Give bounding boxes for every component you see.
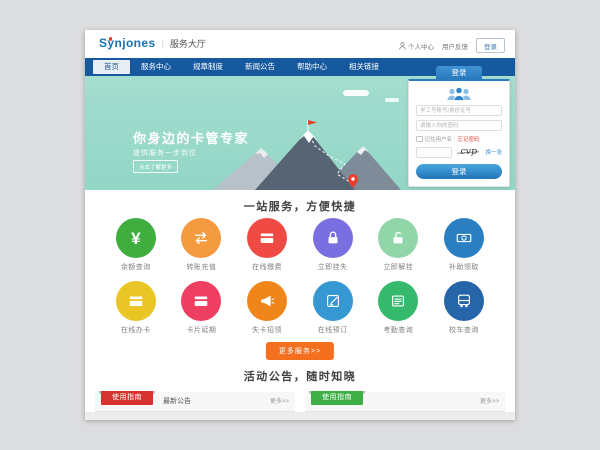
megaphone-icon	[247, 281, 287, 321]
service-item-pay[interactable]: 在线缴费	[234, 218, 300, 272]
tab-latest-news[interactable]: 最新公告	[163, 392, 191, 412]
yuan-icon: ¥	[116, 218, 156, 258]
hero-subtitle: 提供服务一步到位	[133, 148, 197, 158]
desktop-background: Synjones | 服务大厅 个人中心 用户反馈 登录 首页 服务中心	[0, 0, 600, 450]
announcements-title: 活动公告，随时知晓	[85, 360, 515, 384]
bus-icon	[444, 281, 484, 321]
hero-cta-button[interactable]: 点击了解更多	[133, 160, 178, 173]
service-item-subsidy[interactable]: 补助领取	[431, 218, 497, 272]
synjones-logo: Synjones	[99, 36, 156, 50]
login-panel: 登录 记住用户名 | 忘记密码 cvp	[408, 66, 510, 187]
logo-group[interactable]: Synjones | 服务大厅	[99, 36, 206, 50]
services-grid: ¥ 余额查询 转账充值 在线缴费	[103, 218, 497, 344]
edit-icon	[313, 281, 353, 321]
list-icon	[378, 281, 418, 321]
login-submit-button[interactable]: 登录	[416, 164, 502, 179]
service-item-balance[interactable]: ¥ 余额查询	[103, 218, 169, 272]
service-item-online-booking[interactable]: 在线预订	[300, 281, 366, 335]
login-tab[interactable]: 登录	[436, 66, 482, 79]
announcement-panel-left: 使用指南 最新公告 更多>>	[95, 392, 295, 412]
user-icon	[399, 42, 406, 50]
services-title: 一站服务，方便快捷	[85, 190, 515, 214]
header-login-button[interactable]: 登录	[476, 38, 505, 53]
refresh-captcha-link[interactable]: 换一张	[485, 148, 502, 156]
more-link-left[interactable]: 更多>>	[270, 392, 289, 412]
service-item-report-loss[interactable]: 立即挂失	[300, 218, 366, 272]
service-item-card-renewal[interactable]: 卡片延期	[169, 281, 235, 335]
hero-title: 你身边的卡管专家	[133, 128, 249, 147]
login-form: 记住用户名 | 忘记密码 cvp 换一张 登录	[408, 79, 510, 187]
service-item-unfreeze[interactable]: 立即解挂	[366, 218, 432, 272]
ribbon-tab-guide-left[interactable]: 使用指南	[101, 391, 153, 405]
service-item-school-bus[interactable]: 校车查询	[431, 281, 497, 335]
service-item-new-card[interactable]: 在线办卡	[103, 281, 169, 335]
portal-page: Synjones | 服务大厅 个人中心 用户反馈 登录 首页 服务中心	[85, 30, 515, 420]
cloud-icon	[343, 90, 369, 96]
remember-label: 记住用户名	[425, 135, 453, 143]
forgot-password-link[interactable]: 忘记密码	[457, 135, 479, 143]
nav-item-rules[interactable]: 规章制度	[182, 58, 234, 76]
announcement-panels: 使用指南 最新公告 更多>> 使用指南 更多>>	[95, 392, 505, 412]
remember-checkbox[interactable]	[416, 136, 423, 143]
logo-dot-icon	[109, 37, 113, 41]
login-options-row: 记住用户名 | 忘记密码	[416, 135, 502, 143]
portal-title: 服务大厅	[170, 37, 206, 50]
service-item-attendance[interactable]: 考勤查询	[366, 281, 432, 335]
transfer-icon	[181, 218, 221, 258]
header-links: 个人中心 用户反馈 登录	[399, 38, 505, 53]
captcha-input[interactable]	[416, 147, 452, 158]
ribbon-tab-guide-right[interactable]: 使用指南	[311, 391, 363, 405]
captcha-image[interactable]: cvp	[455, 146, 482, 158]
personal-center-link[interactable]: 个人中心	[399, 41, 434, 51]
services-section: 一站服务，方便快捷 ¥ 余额查询 转账充值 在线缴费	[85, 190, 515, 360]
card-icon	[181, 281, 221, 321]
service-item-transfer[interactable]: 转账充值	[169, 218, 235, 272]
announcements-section: 活动公告，随时知晓 使用指南 最新公告 更多>> 使用指南 更多>>	[85, 360, 515, 420]
more-link-right[interactable]: 更多>>	[480, 392, 499, 412]
users-icon	[445, 86, 473, 101]
password-input[interactable]	[416, 120, 502, 131]
nav-item-links[interactable]: 相关链接	[338, 58, 390, 76]
page-bottom-band	[85, 412, 515, 420]
more-services-button[interactable]: 更多服务>>	[266, 342, 334, 360]
credit-card-icon	[247, 218, 287, 258]
nav-item-home[interactable]: 首页	[93, 60, 130, 74]
cloud-icon	[385, 98, 399, 102]
nav-item-help[interactable]: 帮助中心	[286, 58, 338, 76]
user-feedback-link[interactable]: 用户反馈	[442, 41, 468, 51]
unlock-icon	[378, 218, 418, 258]
banknote-icon	[444, 218, 484, 258]
card-icon	[116, 281, 156, 321]
service-item-lost-found[interactable]: 失卡招领	[234, 281, 300, 335]
announcement-panel-right: 使用指南 更多>>	[305, 392, 505, 412]
username-input[interactable]	[416, 105, 502, 116]
header: Synjones | 服务大厅 个人中心 用户反馈 登录	[85, 30, 515, 58]
nav-item-news[interactable]: 新闻公告	[234, 58, 286, 76]
lock-icon	[313, 218, 353, 258]
logo-divider: |	[162, 38, 164, 48]
nav-item-service-center[interactable]: 服务中心	[130, 58, 182, 76]
captcha-row: cvp 换一张	[416, 146, 502, 158]
